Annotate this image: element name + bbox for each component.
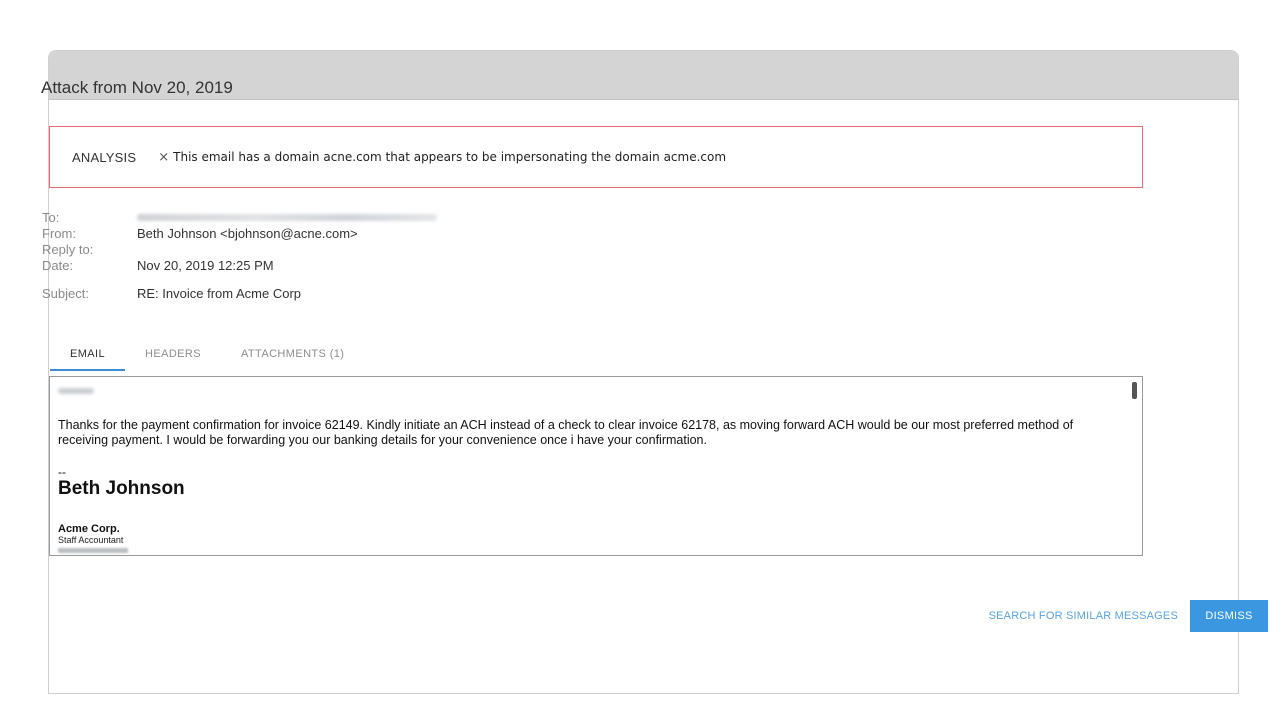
page-title: Attack from Nov 20, 2019 <box>41 78 233 97</box>
redacted-greeting <box>58 388 94 394</box>
signature-company: Acme Corp. <box>58 523 120 535</box>
email-body-scrollbar[interactable] <box>1132 382 1137 399</box>
tab-email[interactable]: EMAIL <box>50 340 126 371</box>
reply-to-label: Reply to: <box>42 242 94 257</box>
dismiss-button[interactable]: DISMISS <box>1190 600 1268 632</box>
tab-headers[interactable]: HEADERS <box>125 340 221 371</box>
analysis-message-row: × This email has a domain acne.com that a… <box>158 150 726 165</box>
to-label: To: <box>42 210 60 225</box>
meta-row-subject: Subject: RE: Invoice from Acme Corp <box>42 286 437 302</box>
subject-value: RE: Invoice from Acme Corp <box>137 286 301 301</box>
search-similar-messages-button[interactable]: SEARCH FOR SIMILAR MESSAGES <box>989 610 1178 622</box>
x-icon: × <box>158 149 170 165</box>
email-body-text: Thanks for the payment confirmation for … <box>58 418 1074 447</box>
date-label: Date: <box>42 258 74 273</box>
analysis-alert-box: ANALYSIS × This email has a domain acne.c… <box>49 126 1143 188</box>
analysis-message: This email has a domain acne.com that ap… <box>173 149 727 164</box>
signature-separator: -- <box>58 465 66 479</box>
email-metadata: To: From: Beth Johnson <bjohnson@acne.co… <box>42 210 437 302</box>
meta-row-date: Date: Nov 20, 2019 12:25 PM <box>42 258 437 274</box>
signature-name: Beth Johnson <box>58 478 185 499</box>
modal-footer: SEARCH FOR SIMILAR MESSAGES DISMISS <box>989 600 1268 632</box>
meta-row-from: From: Beth Johnson <bjohnson@acne.com> <box>42 226 437 242</box>
email-tabs: EMAIL HEADERS ATTACHMENTS (1) <box>50 340 364 371</box>
signature-title: Staff Accountant <box>58 535 124 545</box>
tab-attachments[interactable]: ATTACHMENTS (1) <box>221 340 364 371</box>
from-label: From: <box>42 226 76 241</box>
redacted-phone <box>58 548 128 553</box>
redacted-recipient <box>137 214 437 221</box>
analysis-label: ANALYSIS <box>72 149 137 165</box>
meta-row-reply-to: Reply to: <box>42 242 437 258</box>
date-value: Nov 20, 2019 12:25 PM <box>137 258 274 273</box>
from-value: Beth Johnson <bjohnson@acne.com> <box>137 226 358 241</box>
subject-label: Subject: <box>42 286 89 301</box>
meta-row-to: To: <box>42 210 437 226</box>
email-body-panel[interactable]: Thanks for the payment confirmation for … <box>49 376 1143 556</box>
